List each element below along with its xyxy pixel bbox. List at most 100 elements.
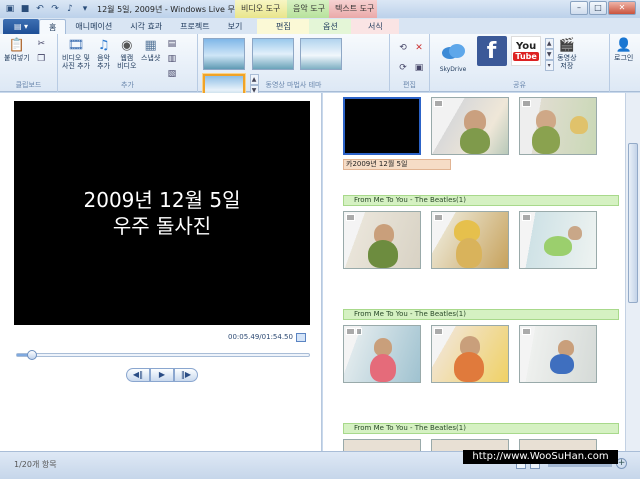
music-note-icon: ♫: [97, 37, 110, 53]
close-button[interactable]: ✕: [608, 1, 636, 15]
save-icon[interactable]: ■: [19, 3, 31, 15]
redo-icon[interactable]: ↷: [49, 3, 61, 15]
cut-icon[interactable]: ✂: [35, 38, 47, 50]
tab-animations[interactable]: 애니메이션: [66, 19, 121, 34]
credits-icon[interactable]: ▧: [166, 68, 178, 80]
playback-controls: ◀‖ ▶ ‖▶: [126, 368, 198, 382]
music-track[interactable]: From Me To You - The Beatles(1): [343, 423, 619, 434]
theme-thumbnail-2[interactable]: [251, 38, 294, 70]
add-videos-photos-button[interactable]: 🎞 비디오 및 사진 추가: [62, 36, 90, 71]
zoom-slider[interactable]: [548, 464, 612, 467]
title-icon[interactable]: ▤: [166, 38, 178, 50]
movie-maker-window: ▣ ■ ↶ ↷ ♪ ▾ 12월 5일, 2009년 - Windows Live…: [0, 0, 640, 479]
sharing-more-icon[interactable]: ▾: [544, 60, 554, 71]
group-label-sharing: 공유: [513, 81, 526, 89]
context-text-tools: 텍스트 도구: [329, 0, 377, 18]
group-editing: ⟲ ✕ ⟳ ▣ 편집: [390, 34, 430, 92]
snapshot-button[interactable]: ▦ 스냅샷: [141, 36, 160, 63]
transition-icon: [522, 100, 531, 107]
caption-icon[interactable]: ▥: [166, 53, 178, 65]
fullscreen-icon[interactable]: [296, 333, 306, 342]
transition-icon: [522, 328, 531, 335]
webcam-video-button[interactable]: ◉ 웹캠 비디오: [117, 36, 136, 71]
context-music-tools: 음악 도구: [287, 0, 329, 18]
clip-photo[interactable]: [343, 325, 421, 383]
tab-visual-effects[interactable]: 시각 효과: [121, 19, 171, 34]
clip-photo[interactable]: [431, 97, 509, 155]
rotate-left-icon[interactable]: ⟲: [397, 42, 409, 54]
sharing-up-icon[interactable]: ▲: [544, 38, 554, 49]
item-count: 1/20개 항목: [14, 460, 57, 469]
app-menu-icon[interactable]: ▣: [4, 3, 16, 15]
paste-button[interactable]: 📋 붙여넣기: [4, 36, 30, 63]
preview-monitor[interactable]: 2009년 12월 5일 우주 돌사진: [14, 101, 310, 325]
webcam-icon: ◉: [121, 37, 133, 53]
clip-photo[interactable]: [343, 439, 421, 451]
clip-photo[interactable]: [431, 211, 509, 269]
transition-icon: [434, 214, 443, 221]
tab-home[interactable]: 홈: [39, 19, 67, 34]
tab-options[interactable]: 옵션: [309, 19, 352, 34]
user-icon: 👤: [615, 37, 632, 53]
window-title: 12월 5일, 2009년 - Windows Live 무비 ...: [97, 4, 235, 14]
clipboard-small-buttons: ✂ ❐: [35, 36, 47, 65]
clipboard-icon: 📋: [8, 37, 25, 53]
youtube-button[interactable]: You Tube: [511, 36, 542, 66]
group-label-editing: 편집: [403, 81, 416, 89]
seek-bar[interactable]: [16, 350, 310, 360]
preview-pane: 2009년 12월 5일 우주 돌사진 00:05.49/01:54.50 ◀‖…: [0, 93, 322, 451]
skydrive-button[interactable]: SkyDrive: [434, 36, 472, 74]
previous-frame-button[interactable]: ◀‖: [126, 368, 150, 382]
file-menu-button[interactable]: ▤ ▾: [3, 19, 39, 34]
music-track[interactable]: From Me To You - The Beatles(1): [343, 309, 619, 320]
login-button[interactable]: 👤 로그인: [614, 36, 633, 63]
music-track[interactable]: From Me To You - The Beatles(1): [343, 195, 619, 206]
theme-thumbnail-1[interactable]: [203, 38, 245, 70]
scrollbar-thumb[interactable]: [628, 143, 638, 303]
window-controls: – □ ✕: [570, 1, 636, 15]
minimize-button[interactable]: –: [570, 1, 588, 15]
group-label-add: 추가: [121, 81, 134, 89]
timecode: 00:05.49/01:54.50: [228, 333, 293, 341]
rotate-right-icon[interactable]: ⟳: [397, 62, 409, 74]
theme-thumbnail-3[interactable]: [300, 38, 343, 70]
transition-icon: [434, 100, 443, 107]
sharing-gallery-scroll: ▲ ▼ ▾: [544, 38, 554, 71]
add-music-button[interactable]: ♫ 음악 추가: [95, 36, 113, 71]
skydrive-cloud-icon: [438, 36, 468, 66]
dropdown-icon[interactable]: ▾: [79, 3, 91, 15]
copy-icon[interactable]: ❐: [35, 53, 47, 65]
remove-icon[interactable]: ✕: [413, 42, 425, 54]
undo-icon[interactable]: ↶: [34, 3, 46, 15]
transition-icon: [346, 214, 355, 221]
maximize-button[interactable]: □: [589, 1, 607, 15]
clip-photo[interactable]: [343, 211, 421, 269]
sharing-down-icon[interactable]: ▼: [544, 49, 554, 60]
group-sharing: SkyDrive f You Tube ▲ ▼ ▾ 🎬 동영상 저장 공유: [430, 34, 610, 92]
effect-icon: [356, 328, 362, 335]
tab-project[interactable]: 프로젝트: [171, 19, 218, 34]
clip-photo[interactable]: [519, 325, 597, 383]
seek-thumb[interactable]: [26, 350, 37, 360]
select-all-icon[interactable]: ▣: [413, 62, 425, 74]
music-note-icon[interactable]: ♪: [64, 3, 76, 15]
clip-photo[interactable]: [431, 325, 509, 383]
tab-view[interactable]: 보기: [219, 19, 252, 34]
group-label-clipboard: 클립보드: [15, 81, 42, 89]
group-login: 👤 로그인: [610, 34, 640, 92]
save-movie-button[interactable]: 🎬 동영상 저장: [557, 36, 576, 71]
storyboard: 카2009년 12월 5일 From Me To You - The Beatl…: [323, 93, 625, 451]
caption-track[interactable]: 카2009년 12월 5일: [343, 159, 451, 170]
clip-photo[interactable]: [519, 211, 597, 269]
storyboard-scrollbar[interactable]: [625, 93, 640, 451]
preview-caption-line1: 2009년 12월 5일: [83, 188, 241, 212]
tab-edit[interactable]: 편집: [257, 19, 310, 34]
play-button[interactable]: ▶: [150, 368, 174, 382]
snapshot-icon: ▦: [144, 37, 157, 53]
facebook-button[interactable]: f: [476, 36, 507, 66]
clip-photo[interactable]: [519, 97, 597, 155]
next-frame-button[interactable]: ‖▶: [174, 368, 198, 382]
clip-title-selected[interactable]: [343, 97, 421, 155]
film-photo-icon: 🎞: [67, 37, 85, 53]
tab-format[interactable]: 서식: [351, 19, 400, 34]
